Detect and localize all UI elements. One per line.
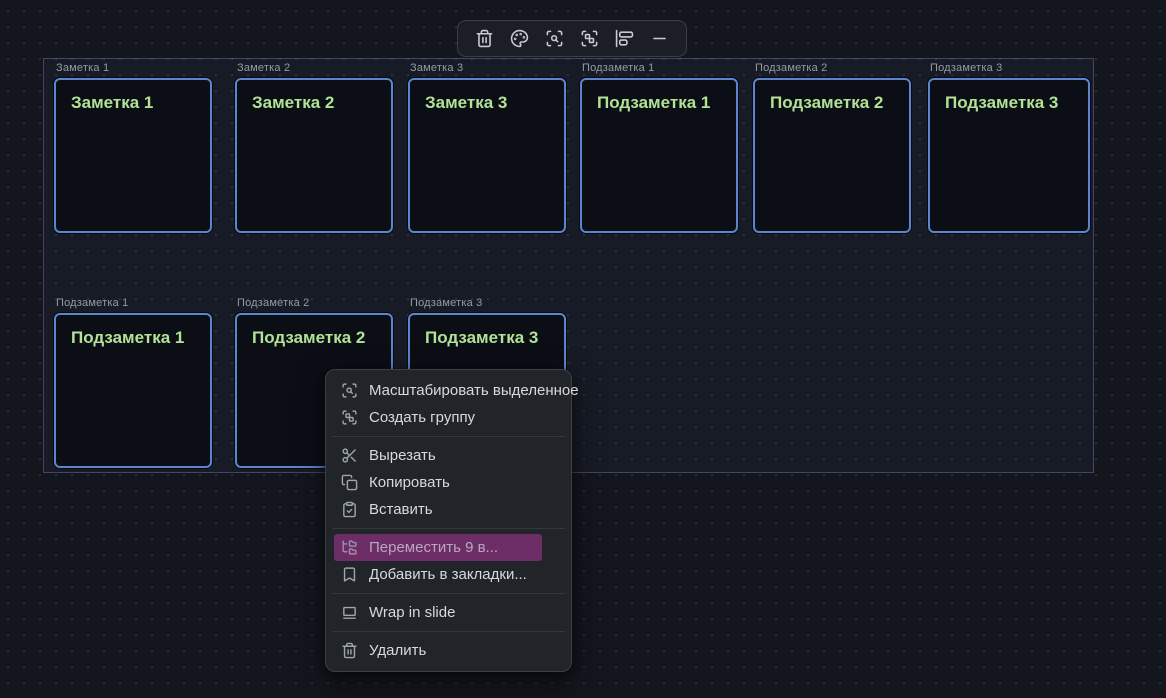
card-label: Подзаметка 1 [582, 62, 654, 74]
card-label: Подзаметка 2 [237, 297, 309, 309]
bookmark-icon [341, 566, 358, 583]
card-title: Подзаметка 3 [425, 328, 549, 348]
menu-item-label: Wrap in slide [369, 604, 455, 621]
card-label: Заметка 1 [56, 62, 109, 74]
canvas-card[interactable]: Заметка 1 [54, 78, 212, 233]
menu-divider [332, 436, 565, 437]
canvas-card[interactable]: Подзаметка 1 [54, 313, 212, 468]
menu-item-create-group[interactable]: Создать группу [334, 404, 563, 431]
canvas-card[interactable]: Подзаметка 1 [580, 78, 738, 233]
menu-item-label: Создать группу [369, 409, 475, 426]
menu-item-wrap-in-slide[interactable]: Wrap in slide [334, 599, 563, 626]
card-title: Заметка 3 [425, 93, 549, 113]
card-title: Подзаметка 2 [252, 328, 376, 348]
copy-icon [341, 474, 358, 491]
menu-item-cut[interactable]: Вырезать [334, 442, 563, 469]
menu-item-add-to-bookmarks[interactable]: Добавить в закладки... [334, 561, 563, 588]
menu-item-label: Масштабировать выделенное [369, 382, 579, 399]
create-group-icon[interactable] [578, 27, 602, 51]
folder-tree-icon [341, 539, 358, 556]
menu-item-copy[interactable]: Копировать [334, 469, 563, 496]
card-label: Подзаметка 3 [930, 62, 1002, 74]
menu-item-label: Переместить 9 в... [369, 539, 498, 556]
canvas[interactable]: { "app": { "view": "canvas" }, "colors":… [0, 0, 1166, 698]
canvas-card[interactable]: Подзаметка 2 [753, 78, 911, 233]
menu-divider [332, 631, 565, 632]
card-title: Подзаметка 1 [597, 93, 721, 113]
canvas-card[interactable]: Заметка 3 [408, 78, 566, 233]
card-label: Подзаметка 1 [56, 297, 128, 309]
card-title: Подзаметка 2 [770, 93, 894, 113]
card-title: Подзаметка 3 [945, 93, 1073, 113]
context-menu: Масштабировать выделенное Создать группу… [325, 369, 572, 672]
menu-item-delete[interactable]: Удалить [334, 637, 563, 664]
zoom-to-selection-icon[interactable] [542, 27, 566, 51]
trash-icon [341, 642, 358, 659]
canvas-card[interactable]: Подзаметка 3 [928, 78, 1090, 233]
line-icon[interactable] [648, 27, 672, 51]
zoom-to-selection-icon [341, 382, 358, 399]
slide-icon [341, 604, 358, 621]
menu-item-label: Вырезать [369, 447, 436, 464]
canvas-card[interactable]: Заметка 2 [235, 78, 393, 233]
menu-item-label: Добавить в закладки... [369, 566, 527, 583]
card-title: Подзаметка 1 [71, 328, 195, 348]
align-objects-icon[interactable] [613, 27, 637, 51]
palette-icon[interactable] [507, 27, 531, 51]
card-label: Заметка 2 [237, 62, 290, 74]
card-label: Заметка 3 [410, 62, 463, 74]
card-label: Подзаметка 3 [410, 297, 482, 309]
card-title: Заметка 2 [252, 93, 376, 113]
menu-divider [332, 528, 565, 529]
trash-icon[interactable] [472, 27, 496, 51]
menu-item-label: Удалить [369, 642, 426, 659]
menu-item-paste[interactable]: Вставить [334, 496, 563, 523]
clipboard-check-icon [341, 501, 358, 518]
create-group-icon [341, 409, 358, 426]
menu-item-label: Вставить [369, 501, 433, 518]
card-label: Подзаметка 2 [755, 62, 827, 74]
selection-toolbar [457, 20, 687, 57]
menu-divider [332, 593, 565, 594]
menu-item-move-to[interactable]: Переместить 9 в... [334, 534, 542, 561]
menu-item-zoom-to-selection[interactable]: Масштабировать выделенное [334, 377, 563, 404]
card-title: Заметка 1 [71, 93, 195, 113]
menu-item-label: Копировать [369, 474, 450, 491]
scissors-icon [341, 447, 358, 464]
